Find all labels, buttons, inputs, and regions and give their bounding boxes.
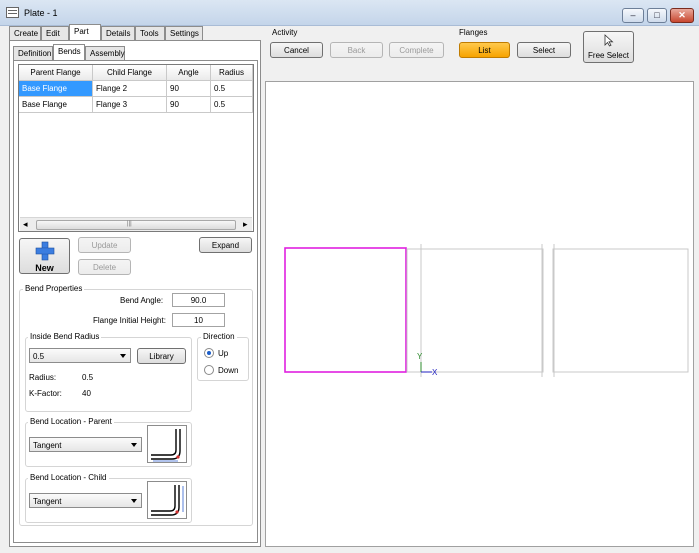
maximize-button[interactable]: □ (647, 8, 667, 23)
table-row[interactable]: Base Flange Flange 3 90 0.5 (19, 97, 253, 113)
window-title: Plate - 1 (24, 8, 58, 18)
tab-tools[interactable]: Tools (135, 26, 165, 40)
cell-radius[interactable]: 0.5 (211, 97, 253, 113)
subtab-bends[interactable]: Bends (53, 44, 85, 60)
flange-drawing[interactable]: Y X (266, 82, 695, 548)
bend-angle-label: Bend Angle: (120, 296, 164, 305)
scroll-right-icon[interactable]: ▸ (243, 219, 248, 230)
kfactor-value: 40 (82, 389, 91, 398)
activity-label: Activity (272, 28, 298, 37)
bend-location-child-selected: Tangent (33, 497, 62, 506)
subtab-definition[interactable]: Definition (13, 46, 53, 60)
cancel-button[interactable]: Cancel (270, 42, 323, 58)
direction-up-radio[interactable] (204, 348, 214, 358)
tab-details[interactable]: Details (101, 26, 135, 40)
new-button[interactable]: New (19, 238, 70, 274)
direction-down-label: Down (218, 366, 239, 375)
select-button[interactable]: Select (517, 42, 571, 58)
flanges-label: Flanges (459, 28, 488, 37)
bend-location-parent-selected: Tangent (33, 441, 62, 450)
bend-location-child-label: Bend Location - Child (28, 473, 109, 482)
free-select-label: Free Select (588, 51, 629, 60)
cell-child-flange[interactable]: Flange 2 (93, 81, 167, 97)
close-button[interactable]: ✕ (670, 8, 694, 23)
cursor-arrow-icon (604, 34, 614, 47)
maximize-icon: □ (654, 10, 660, 20)
scroll-left-icon[interactable]: ◂ (23, 219, 28, 230)
direction-label: Direction (201, 332, 237, 341)
flange-2-outline (406, 248, 544, 373)
bend-location-parent-dropdown[interactable]: Tangent (29, 437, 142, 452)
chevron-down-icon (120, 354, 126, 358)
minimize-button[interactable]: – (622, 8, 644, 23)
scrollbar-grip-icon: ||| (127, 221, 132, 227)
tab-settings[interactable]: Settings (165, 26, 203, 40)
title-bar: Plate - 1 – □ ✕ (0, 0, 699, 26)
direction-up-label: Up (218, 349, 229, 358)
bend-properties-label: Bend Properties (23, 284, 85, 293)
library-button[interactable]: Library (137, 348, 186, 364)
column-radius[interactable]: Radius (211, 65, 253, 81)
close-icon: ✕ (678, 10, 686, 20)
tab-part[interactable]: Part (69, 24, 101, 40)
cell-parent-flange[interactable]: Base Flange (19, 81, 93, 97)
chevron-down-icon (131, 443, 137, 447)
cell-angle[interactable]: 90 (167, 97, 211, 113)
bend-location-parent-label: Bend Location - Parent (28, 417, 114, 426)
flange-3-outline (552, 248, 689, 373)
back-button[interactable]: Back (330, 42, 383, 58)
free-select-button[interactable]: Free Select (583, 31, 634, 63)
complete-button[interactable]: Complete (389, 42, 444, 58)
bend-angle-input[interactable]: 90.0 (172, 293, 225, 307)
flange-initial-height-label: Flange Initial Height: (93, 316, 166, 325)
direction-down-radio[interactable] (204, 365, 214, 375)
bend-location-parent-diagram (147, 425, 187, 463)
table-row[interactable]: Base Flange Flange 2 90 0.5 (19, 81, 253, 97)
table-header: Parent Flange Child Flange Angle Radius (19, 65, 253, 81)
parent-bend-diagram-icon (151, 429, 181, 462)
update-button[interactable]: Update (78, 237, 131, 253)
cell-parent-flange[interactable]: Base Flange (19, 97, 93, 113)
axis-x-label: X (432, 368, 438, 377)
new-button-label: New (35, 263, 54, 273)
radius-label: Radius: (29, 373, 57, 382)
plus-icon (35, 241, 55, 261)
tab-edit[interactable]: Edit (41, 26, 69, 40)
inside-radius-dropdown[interactable]: 0.5 (29, 348, 131, 363)
horizontal-scrollbar[interactable]: ◂ ||| ▸ (20, 217, 252, 231)
column-angle[interactable]: Angle (167, 65, 211, 81)
flange-initial-height-input[interactable]: 10 (172, 313, 225, 327)
model-viewport[interactable]: Y X (265, 81, 694, 547)
minimize-icon: – (630, 10, 636, 20)
child-bend-diagram-icon (151, 485, 184, 516)
cell-angle[interactable]: 90 (167, 81, 211, 97)
tab-create[interactable]: Create (9, 26, 41, 40)
column-child-flange[interactable]: Child Flange (93, 65, 167, 81)
base-flange-outline (284, 247, 407, 373)
cell-child-flange[interactable]: Flange 3 (93, 97, 167, 113)
radius-value: 0.5 (82, 373, 94, 382)
scrollbar-thumb[interactable]: ||| (36, 220, 236, 230)
subtab-assembly[interactable]: Assembly (85, 46, 125, 60)
delete-button[interactable]: Delete (78, 259, 131, 275)
bends-table: Parent Flange Child Flange Angle Radius … (18, 64, 254, 232)
kfactor-label: K-Factor: (29, 389, 62, 398)
list-button[interactable]: List (459, 42, 510, 58)
chevron-down-icon (131, 499, 137, 503)
axis-y-label: Y (417, 352, 423, 361)
app-icon (6, 7, 19, 18)
inside-bend-radius-label: Inside Bend Radius (28, 332, 102, 341)
inside-radius-selected: 0.5 (33, 352, 45, 361)
bend-location-child-dropdown[interactable]: Tangent (29, 493, 142, 508)
expand-button[interactable]: Expand (199, 237, 252, 253)
bend-location-child-diagram (147, 481, 187, 519)
cell-radius[interactable]: 0.5 (211, 81, 253, 97)
column-parent-flange[interactable]: Parent Flange (19, 65, 93, 81)
